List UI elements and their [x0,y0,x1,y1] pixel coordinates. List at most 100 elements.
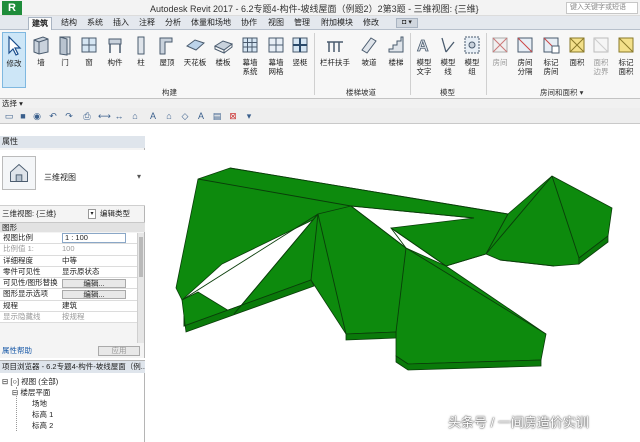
ribbon-minimize-toggle[interactable]: ◘ ▾ [396,18,418,28]
model-group-button[interactable]: 模型组 [461,32,483,88]
edit-type-button[interactable]: 编辑类型 [100,208,130,220]
tree-item-floor-plans[interactable]: ⊟ 楼层平面 [12,388,50,398]
roof-button[interactable]: 屋顶 [155,32,179,88]
ceiling-button[interactable]: 天花板 [180,32,210,88]
tag-area-icon [618,37,634,53]
area-button[interactable]: 面积 [566,32,588,88]
column-label: 柱 [137,58,145,67]
properties-scrollbar[interactable] [137,233,144,343]
tree-item-level-1[interactable]: 标高 1 [32,410,53,420]
window-title: Autodesk Revit 2017 - 6.2专题4-构件-坡线屋面（例题2… [150,4,479,14]
project-browser-title: 项目浏览器 - 6.2专题4-构件-坡线屋面（例... [0,361,145,373]
properties-table: 视图比例 1 : 100 比例值 1: 100 详细程度 中等 零件可见性 显示… [0,233,137,324]
model-line-button[interactable]: 模型线 [437,32,459,88]
tag-icon[interactable]: ⌂ [130,111,140,121]
curtain-grid-button[interactable]: 幕墙 网格 [264,32,288,88]
tab-architecture[interactable]: 建筑 [28,17,52,30]
curtain-system-icon [242,37,258,53]
close-hidden-icon[interactable]: ▤ [212,111,222,121]
tab-modify[interactable]: 修改 [360,17,382,30]
tag-room-button[interactable]: 标记 房间 [539,32,563,88]
graphic-display-edit-button[interactable]: 编辑... [62,290,126,300]
wall-button[interactable]: 墙 [30,32,52,88]
tab-systems[interactable]: 系统 [84,17,106,30]
redo-icon[interactable]: ↷ [64,111,74,121]
tab-addins[interactable]: 附加模块 [318,17,356,30]
ramp-button[interactable]: 坡道 [356,32,382,88]
room-button[interactable]: 房间 [489,32,511,88]
type-dropdown-icon[interactable]: ▾ [137,172,141,181]
tab-collaborate[interactable]: 协作 [238,17,260,30]
properties-help-link[interactable]: 属性帮助 [2,344,32,358]
text-icon[interactable]: A [148,111,158,121]
ribbon: 修改 墙 门 窗 构件 柱 屋顶 天花板 楼板 幕墙 系统 幕墙 网格 竖梃 栏… [0,30,640,99]
measure-icon[interactable]: ⟷ [98,111,111,121]
3d-view-icon[interactable]: ⌂ [164,111,174,121]
area-boundary-label: 面积 边界 [593,58,609,76]
mullion-label: 竖梃 [292,58,308,67]
component-button[interactable]: 构件 [102,32,128,88]
tab-view[interactable]: 视图 [265,17,287,30]
view-scale-input[interactable]: 1 : 100 [62,233,126,243]
stair-button[interactable]: 楼梯 [384,32,408,88]
print-icon[interactable]: ⎙ [82,111,92,121]
tree-item-site[interactable]: 场地 [32,399,47,409]
chevron-down-icon[interactable]: ▾ [88,209,96,219]
prop-key: 规程 [3,300,18,310]
prop-key: 显示隐藏线 [3,312,41,322]
tree-item-views[interactable]: ⊟ [○] 视图 (全部) [2,377,58,387]
tab-massing-site[interactable]: 体量和场地 [188,17,234,30]
parts-visibility-value[interactable]: 显示原状态 [62,267,100,277]
thin-lines-icon[interactable]: A [196,111,206,121]
railing-button[interactable]: 栏杆扶手 [318,32,352,88]
column-button[interactable]: 柱 [131,32,151,88]
prop-value: 按规程 [62,312,85,322]
app-logo[interactable]: R [2,1,22,15]
help-search-input[interactable]: 键入关键字或短语 [566,2,638,14]
panel-label-room-area[interactable]: 房间和面积 ▾ [540,88,583,98]
dimension-icon[interactable]: ↔ [114,111,124,121]
area-boundary-button[interactable]: 面积 边界 [590,32,612,88]
save-icon[interactable]: ■ [18,111,28,121]
door-label: 门 [61,58,69,67]
instance-selector: 三维视图: {三维} ▾ 编辑类型 [0,208,145,220]
wall-label: 墙 [37,58,45,67]
type-selector[interactable]: 三维视图 ▾ [0,150,145,206]
quick-access-toolbar: ▭ ■ ◉ ↶ ↷ ⎙ ⟷ ↔ ⌂ A ⌂ ◇ A ▤ ⊠ ▾ [0,108,640,124]
tab-insert[interactable]: 插入 [110,17,132,30]
switch-windows-icon[interactable]: ⊠ [228,111,238,121]
panel-label-select[interactable]: 选择 ▾ [2,99,23,108]
tab-structure[interactable]: 结构 [58,17,80,30]
floor-button[interactable]: 楼板 [212,32,234,88]
door-button[interactable]: 门 [54,32,76,88]
open-icon[interactable]: ▭ [4,111,14,121]
instance-filter[interactable]: 三维视图: {三维} [2,208,56,220]
tag-area-button[interactable]: 标记 面积 [614,32,638,88]
detail-level-value[interactable]: 中等 [62,256,77,266]
ramp-icon [361,37,377,54]
roof-geometry[interactable] [175,167,613,371]
prop-key: 图形显示选项 [3,289,48,299]
section-icon[interactable]: ◇ [180,111,190,121]
panel-label-model: 模型 [440,88,455,97]
tab-analyze[interactable]: 分析 [162,17,184,30]
model-text-button[interactable]: A 模型 文字 [413,32,435,88]
curtain-system-button[interactable]: 幕墙 系统 [238,32,262,88]
customize-toolbar-icon[interactable]: ▾ [244,111,254,121]
roof-model[interactable] [146,124,640,442]
room-separator-button[interactable]: 房间 分隔 [513,32,537,88]
modify-button[interactable]: 修改 [2,32,26,88]
tree-item-level-2[interactable]: 标高 2 [32,421,53,431]
tab-annotate[interactable]: 注释 [136,17,158,30]
scroll-thumb[interactable] [139,237,143,277]
discipline-value[interactable]: 建筑 [62,301,77,311]
apply-button[interactable]: 应用 [98,346,140,356]
window-button[interactable]: 窗 [78,32,100,88]
sync-icon[interactable]: ◉ [32,111,42,121]
3d-view-canvas[interactable] [146,124,640,442]
undo-icon[interactable]: ↶ [48,111,58,121]
vg-overrides-edit-button[interactable]: 编辑... [62,279,126,289]
tab-manage[interactable]: 管理 [291,17,313,30]
group-graphics[interactable]: 图形 [0,222,145,232]
mullion-button[interactable]: 竖梃 [290,32,310,88]
